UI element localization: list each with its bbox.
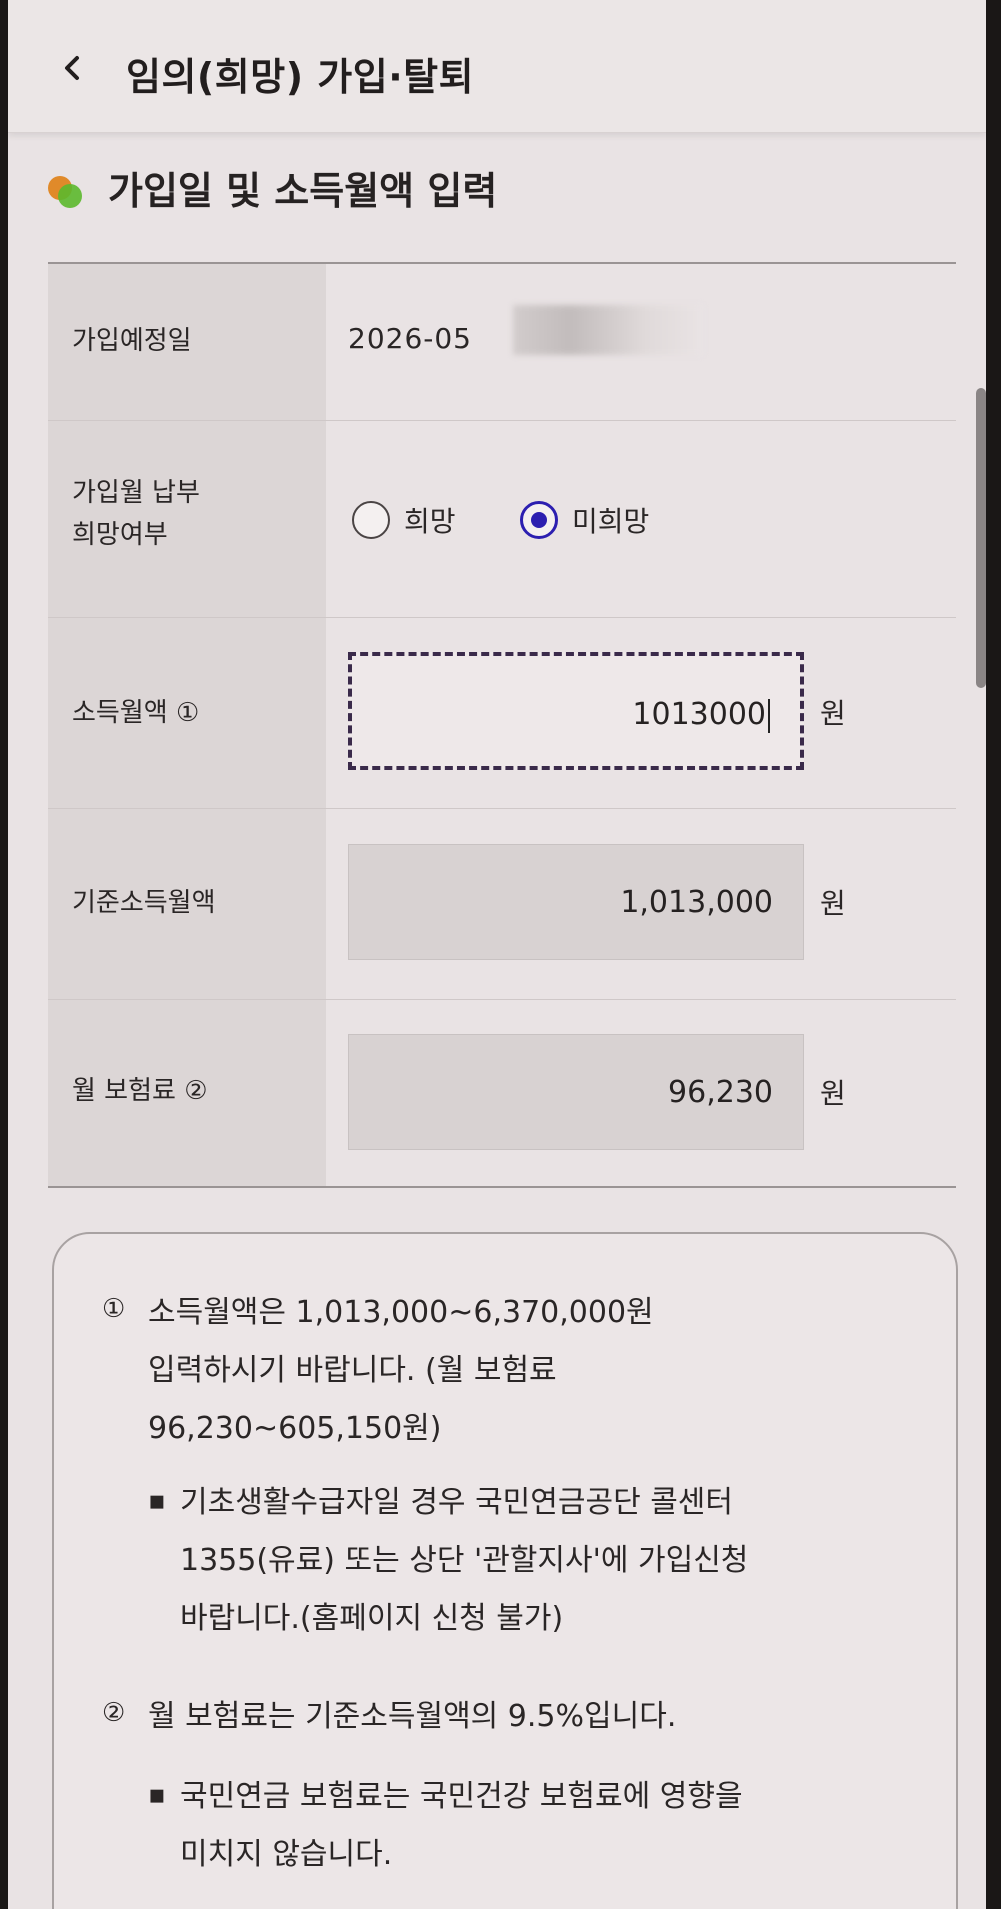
join-date-value: 2026-05 — [348, 322, 472, 355]
payment-preference-label-line1: 가입월 납부 — [72, 478, 200, 508]
note1-marker: ① — [102, 1294, 126, 1324]
radio-option-no-hope[interactable]: 미희망 — [520, 500, 649, 540]
text-caret — [768, 698, 770, 733]
notice-box: ① 소득월액은 1,013,000~6,370,000원 입력하시기 바랍니다.… — [52, 1232, 958, 1909]
note2-bullet: ▪ — [148, 1780, 166, 1810]
chevron-left-icon[interactable] — [60, 55, 86, 81]
note1-sub-line1: 기초생활수급자일 경우 국민연금공단 콜센터 — [180, 1485, 734, 1520]
note2-line1: 월 보험료는 기준소득월액의 9.5%입니다. — [148, 1699, 677, 1734]
note1-line2: 입력하시기 바랍니다. (월 보험료 — [148, 1353, 557, 1388]
note1-sub-line3: 바랍니다.(홈페이지 신청 불가) — [180, 1601, 564, 1636]
radio-option-hope[interactable]: 희망 — [352, 500, 456, 540]
note2-marker: ② — [102, 1698, 126, 1728]
screen: 임의(희망) 가입·탈퇴 가입일 및 소득월액 입력 가입예정일 2026-05… — [8, 0, 986, 1909]
app-bar: 임의(희망) 가입·탈퇴 — [8, 0, 986, 133]
payment-preference-label-line2: 희망여부 — [72, 520, 168, 550]
standard-income-label: 기준소득월액 — [72, 888, 216, 918]
radio-label-no-hope: 미희망 — [572, 505, 650, 538]
note1-line3: 96,230~605,150원) — [148, 1411, 442, 1446]
standard-income-unit: 원 — [820, 887, 846, 920]
row-divider — [48, 808, 956, 809]
row-divider — [48, 999, 956, 1000]
monthly-premium-field: 96,230 — [348, 1034, 804, 1150]
page-title: 임의(희망) 가입·탈퇴 — [126, 55, 475, 99]
note1-sub-line2: 1355(유료) 또는 상단 '관할지사'에 가입신청 — [180, 1543, 749, 1578]
note1-bullet: ▪ — [148, 1486, 166, 1516]
join-date-label: 가입예정일 — [72, 326, 192, 356]
row-divider — [48, 420, 956, 421]
monthly-premium-unit: 원 — [820, 1077, 846, 1110]
redacted-blur — [513, 305, 703, 355]
standard-income-field: 1,013,000 — [348, 844, 804, 960]
radio-label-hope: 희망 — [404, 505, 456, 538]
monthly-income-value: 1013000 — [632, 697, 766, 732]
monthly-premium-label: 월 보험료 ② — [72, 1076, 208, 1106]
section-title: 가입일 및 소득월액 입력 — [108, 169, 498, 213]
row-divider — [48, 617, 956, 618]
note2-sub-line1: 국민연금 보험료는 국민건강 보험료에 영향을 — [180, 1779, 743, 1814]
scrollbar-thumb[interactable] — [976, 388, 986, 688]
table-bottom-border — [48, 1186, 956, 1188]
two-tone-dot-icon — [48, 176, 82, 208]
payment-preference-label: 가입월 납부 희망여부 — [72, 472, 200, 556]
monthly-income-label: 소득월액 ① — [72, 698, 200, 728]
monthly-income-input[interactable]: 1013000 — [348, 652, 804, 770]
note2-sub-line2: 미치지 않습니다. — [180, 1837, 393, 1872]
radio-checked-icon — [520, 501, 558, 539]
monthly-income-unit: 원 — [820, 697, 846, 730]
radio-unchecked-icon — [352, 501, 390, 539]
note1-line1: 소득월액은 1,013,000~6,370,000원 — [148, 1295, 654, 1330]
